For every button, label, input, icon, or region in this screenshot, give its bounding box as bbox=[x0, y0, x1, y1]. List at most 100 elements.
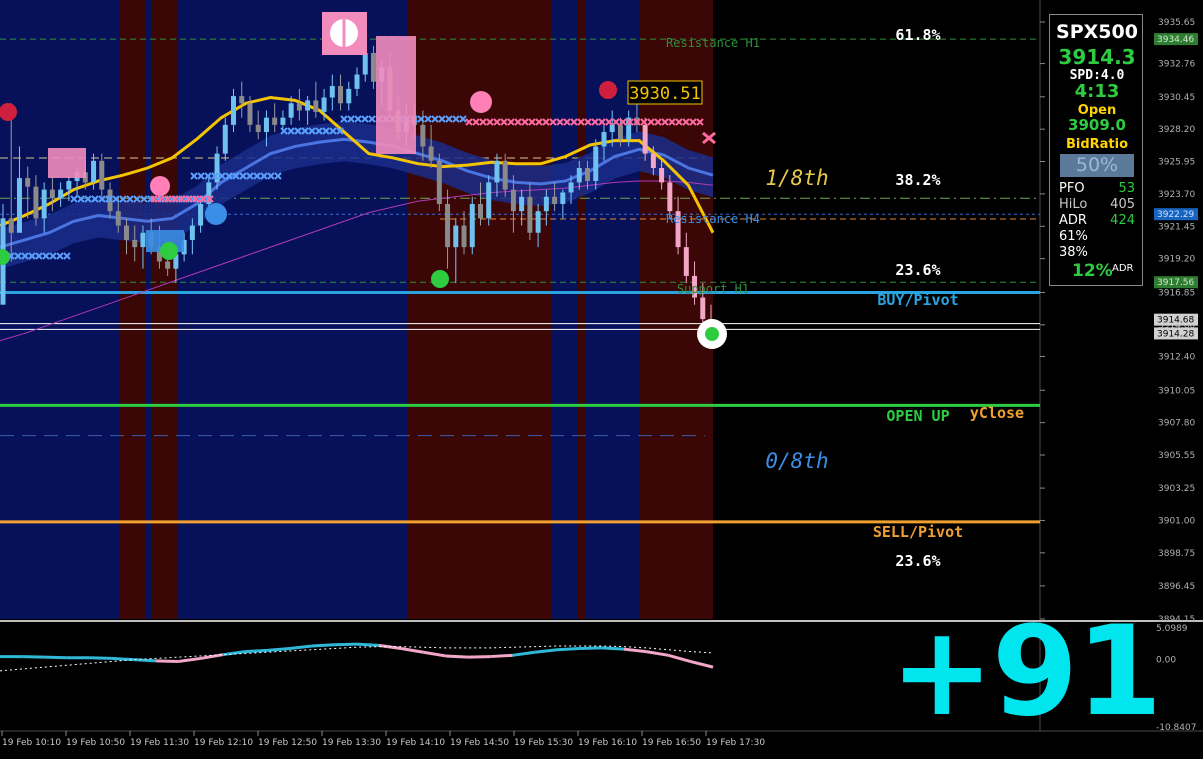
candle-body bbox=[41, 189, 47, 219]
time-tick-label: 19 Feb 15:30 bbox=[514, 738, 573, 748]
fib-618-label: 61.8% bbox=[895, 26, 940, 44]
candle-body bbox=[683, 247, 689, 276]
stat-key: 38% bbox=[1059, 245, 1088, 260]
stat-value: 53 bbox=[1118, 181, 1135, 196]
candle-body bbox=[560, 192, 566, 204]
symbol-name: SPX500 bbox=[1056, 21, 1138, 43]
pink-dot-signal bbox=[150, 176, 170, 196]
bar-timer: 4:13 bbox=[1074, 81, 1120, 102]
oscillator-segment bbox=[490, 653, 513, 659]
candle-body bbox=[593, 146, 599, 181]
candle-body bbox=[420, 124, 426, 147]
candle-body bbox=[33, 186, 39, 219]
candle-body bbox=[428, 146, 434, 161]
time-tick-label: 19 Feb 14:10 bbox=[386, 738, 445, 748]
candle-body bbox=[16, 178, 22, 233]
candle-body bbox=[494, 160, 500, 183]
bid-ratio-label: BidRatio bbox=[1065, 137, 1129, 152]
candle-body bbox=[700, 297, 706, 320]
candle-body bbox=[25, 178, 31, 187]
candle-body bbox=[272, 117, 278, 125]
oscillator-segment bbox=[245, 648, 268, 654]
stat-row: HiLo 405 bbox=[1059, 197, 1135, 213]
price-tick-label: 3903.25 bbox=[1158, 484, 1195, 494]
time-tick-label: 19 Feb 13:30 bbox=[322, 738, 381, 748]
candle-body bbox=[445, 203, 451, 248]
price-tick-label: 3923.70 bbox=[1158, 190, 1195, 200]
session-band bbox=[145, 0, 152, 619]
stat-row: 61% 262 bbox=[1059, 229, 1135, 245]
oscillator-segment bbox=[334, 642, 357, 647]
candle-body bbox=[370, 52, 376, 82]
price-axis-tag-text: 3934.46 bbox=[1157, 35, 1194, 45]
candle-body bbox=[609, 124, 615, 133]
candle-body bbox=[280, 117, 286, 125]
candle-body bbox=[305, 100, 311, 111]
price-tick-label: 3910.05 bbox=[1158, 386, 1195, 396]
candle-body bbox=[617, 124, 623, 140]
pink-dot-signal bbox=[470, 91, 492, 113]
candle-body bbox=[296, 103, 302, 111]
price-axis-tag-text: 3917.56 bbox=[1157, 278, 1194, 288]
oscillator-segment bbox=[579, 646, 602, 650]
price-axis-tag-text: 3914.28 bbox=[1157, 329, 1194, 339]
green-dot-signal bbox=[431, 270, 449, 288]
candle-body bbox=[140, 232, 146, 248]
candle-body bbox=[601, 132, 607, 147]
candle-body bbox=[66, 180, 72, 190]
fib-236-label: 23.6% bbox=[895, 261, 940, 279]
candle-body bbox=[502, 160, 508, 190]
price-tick-label: 3921.45 bbox=[1158, 222, 1195, 232]
candle-body bbox=[453, 225, 459, 248]
time-tick-label: 19 Feb 11:30 bbox=[130, 738, 189, 748]
session-band bbox=[120, 0, 145, 619]
info-panel: SPX500 3914.3 SPD:4.0 4:13 Open 3909.0 B… bbox=[1049, 14, 1143, 286]
eighth-0-label: 0/8th bbox=[765, 449, 828, 473]
oscillator-segment bbox=[44, 655, 67, 660]
candle-body bbox=[198, 203, 204, 226]
candle-body bbox=[543, 196, 549, 212]
price-tick-label: 3907.80 bbox=[1158, 419, 1195, 429]
candle-body bbox=[667, 182, 673, 212]
stat-key: PFO bbox=[1059, 181, 1085, 196]
candle-body bbox=[477, 203, 483, 219]
candle-body bbox=[519, 196, 525, 212]
time-tick-label: 19 Feb 16:50 bbox=[642, 738, 701, 748]
candle-body bbox=[535, 211, 541, 233]
price-tick-label: 3925.95 bbox=[1158, 158, 1195, 168]
blue-dot-signal bbox=[205, 203, 227, 225]
candle-body bbox=[288, 103, 294, 118]
resistance-h1-label: Resistance H1 bbox=[666, 36, 760, 50]
candle-body bbox=[189, 225, 195, 240]
stat-value: 424 bbox=[1110, 213, 1135, 228]
open-up-label: OPEN UP bbox=[886, 407, 949, 425]
yclose-label: yClose bbox=[970, 404, 1024, 422]
time-tick-label: 19 Feb 10:10 bbox=[2, 738, 61, 748]
session-band bbox=[177, 0, 408, 619]
candle-body bbox=[329, 86, 335, 98]
candle-body bbox=[650, 153, 656, 169]
fib-382-label: 38.2% bbox=[895, 171, 940, 189]
candle-body bbox=[313, 100, 319, 112]
time-tick-label: 19 Feb 17:30 bbox=[706, 738, 765, 748]
time-tick-label: 19 Feb 10:50 bbox=[66, 738, 125, 748]
session-band bbox=[0, 0, 120, 619]
oscillator-segment bbox=[601, 646, 624, 651]
candle-body bbox=[461, 225, 467, 248]
candle-body bbox=[255, 124, 261, 133]
sell-pivot-label: SELL/Pivot bbox=[873, 523, 963, 541]
session-band bbox=[152, 0, 177, 619]
pink-box-marker bbox=[376, 36, 416, 154]
candle-body bbox=[469, 203, 475, 248]
oscillator-segment bbox=[556, 646, 580, 652]
current-price: 3914.3 bbox=[1058, 45, 1136, 69]
oscillator-segment bbox=[89, 656, 112, 660]
fib-236-label: 23.6% bbox=[895, 552, 940, 570]
adr-percent: 12% bbox=[1072, 261, 1113, 281]
oscillator-segment bbox=[467, 655, 491, 659]
candle-body bbox=[165, 261, 171, 269]
candle-body bbox=[338, 86, 344, 104]
candle-body bbox=[132, 239, 138, 248]
red-dot-signal bbox=[599, 81, 617, 99]
candle-body bbox=[576, 168, 582, 183]
